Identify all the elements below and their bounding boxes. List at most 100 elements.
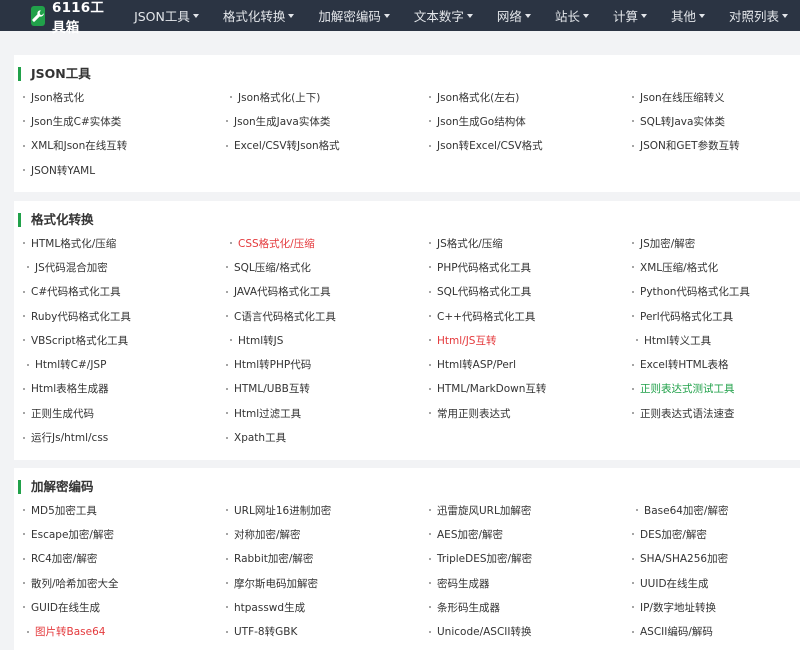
tool-link[interactable]: 散列/哈希加密大全	[23, 571, 226, 595]
nav-webmaster[interactable]: 站长	[543, 0, 601, 31]
tool-link[interactable]: 图片转Base64	[23, 619, 226, 643]
tool-link[interactable]: XML和Json在线互转	[23, 134, 226, 158]
tool-link[interactable]: 正则表达式语法速查	[632, 401, 800, 425]
tool-link-label: Json格式化	[31, 91, 85, 104]
bullet-dot-icon	[23, 315, 25, 318]
tool-link[interactable]: htpasswd生成	[226, 595, 429, 619]
tool-link[interactable]: ASCII编码/解码	[632, 619, 800, 643]
site-logo[interactable]: 6116工具箱	[31, 0, 106, 36]
tool-link[interactable]: Json在线压缩转义	[632, 85, 800, 109]
nav-label: 加解密编码	[318, 9, 381, 24]
nav-network[interactable]: 网络	[485, 0, 543, 31]
tool-link[interactable]: Html转义工具	[632, 328, 800, 352]
tool-link[interactable]: Base64加密/解密	[632, 498, 800, 522]
tool-link-label: Json在线压缩转义	[640, 91, 725, 104]
tool-link[interactable]: Html转C#/JSP	[23, 352, 226, 376]
tool-link[interactable]: 条形码生成器	[429, 595, 632, 619]
tool-link[interactable]: XML压缩/格式化	[632, 255, 800, 279]
nav-json-tools[interactable]: JSON工具	[122, 0, 211, 31]
tool-link[interactable]: Ruby代码格式化工具	[23, 304, 226, 328]
tool-link[interactable]: IP/数字地址转换	[632, 595, 800, 619]
tool-link[interactable]: Rabbit加密/解密	[226, 547, 429, 571]
tool-link[interactable]: JS代码混合加密	[23, 255, 226, 279]
bullet-dot-icon	[226, 387, 228, 390]
tool-link[interactable]: CSS格式化/压缩	[226, 231, 429, 255]
tool-link[interactable]: Escape加密/解密	[23, 522, 226, 546]
tool-link[interactable]: Excel转HTML表格	[632, 352, 800, 376]
tool-link[interactable]: JS格式化/压缩	[429, 231, 632, 255]
tool-link[interactable]: AES加密/解密	[429, 522, 632, 546]
nav-text-number[interactable]: 文本数字	[402, 0, 485, 31]
tool-link[interactable]: JS加密/解密	[632, 231, 800, 255]
tool-link[interactable]: JAVA代码格式化工具	[226, 280, 429, 304]
nav-calculate[interactable]: 计算	[601, 0, 659, 31]
bullet-dot-icon	[23, 339, 25, 342]
section-accent-bar	[18, 480, 21, 494]
bullet-dot-icon	[226, 509, 228, 512]
tool-link[interactable]: Json转Excel/CSV格式	[429, 134, 632, 158]
tool-link[interactable]: VBScript格式化工具	[23, 328, 226, 352]
nav-encrypt-encode[interactable]: 加解密编码	[306, 0, 402, 31]
tool-link[interactable]: Json生成Go结构体	[429, 109, 632, 133]
tool-link[interactable]: 密码生成器	[429, 571, 632, 595]
tool-link[interactable]: Html转ASP/Perl	[429, 352, 632, 376]
section-title: 格式化转换	[18, 213, 94, 227]
tool-link[interactable]: SQL转Java实体类	[632, 109, 800, 133]
tool-link[interactable]: SQL代码格式化工具	[429, 280, 632, 304]
tool-link[interactable]: 正则生成代码	[23, 401, 226, 425]
tool-link[interactable]: UTF-8转GBK	[226, 619, 429, 643]
tool-link[interactable]: HTML/MarkDown互转	[429, 377, 632, 401]
tool-link[interactable]: C++代码格式化工具	[429, 304, 632, 328]
bullet-dot-icon	[226, 266, 228, 269]
tool-link-label: Json生成C#实体类	[31, 115, 122, 128]
tool-link-label: HTML/MarkDown互转	[437, 383, 547, 396]
tool-link-label: 摩尔斯电码加解密	[234, 577, 318, 590]
tool-link[interactable]: HTML/UBB互转	[226, 377, 429, 401]
tool-link[interactable]: 常用正则表达式	[429, 401, 632, 425]
tool-link[interactable]: Excel/CSV转Json格式	[226, 134, 429, 158]
tool-link[interactable]: DES加密/解密	[632, 522, 800, 546]
tool-link[interactable]: 迅雷旋风URL加解密	[429, 498, 632, 522]
tool-link[interactable]: Json生成C#实体类	[23, 109, 226, 133]
tool-link[interactable]: GUID在线生成	[23, 595, 226, 619]
tool-link[interactable]: 运行Js/html/css	[23, 425, 226, 449]
tool-link[interactable]: C#代码格式化工具	[23, 280, 226, 304]
main-nav: JSON工具 格式化转换 加解密编码 文本数字 网络 站长 计算 其他 对照列表	[122, 0, 800, 31]
tool-link[interactable]: RC4加密/解密	[23, 547, 226, 571]
tool-link[interactable]: HTML格式化/压缩	[23, 231, 226, 255]
bullet-dot-icon	[632, 363, 634, 366]
tool-link[interactable]: C语言代码格式化工具	[226, 304, 429, 328]
tool-link[interactable]: Unicode/ASCII转换	[429, 619, 632, 643]
nav-reference-list[interactable]: 对照列表	[717, 0, 800, 31]
tool-link[interactable]: JSON转YAML	[23, 158, 226, 182]
tool-link[interactable]: Python代码格式化工具	[632, 280, 800, 304]
tool-link[interactable]: Json格式化	[23, 85, 226, 109]
tool-link[interactable]: Json格式化(左右)	[429, 85, 632, 109]
tool-link[interactable]: Html转JS	[226, 328, 429, 352]
tool-link[interactable]: Json生成Java实体类	[226, 109, 429, 133]
tool-link[interactable]: MD5加密工具	[23, 498, 226, 522]
tool-link[interactable]: Html过滤工具	[226, 401, 429, 425]
tool-link[interactable]: SHA/SHA256加密	[632, 547, 800, 571]
tool-link[interactable]: PHP代码格式化工具	[429, 255, 632, 279]
tool-link-label: JS加密/解密	[640, 237, 696, 250]
tool-link[interactable]: Perl代码格式化工具	[632, 304, 800, 328]
bullet-dot-icon	[632, 120, 634, 123]
tool-link[interactable]: Xpath工具	[226, 425, 429, 449]
bullet-dot-icon	[23, 509, 25, 512]
caret-down-icon	[288, 13, 295, 18]
tool-link[interactable]: TripleDES加密/解密	[429, 547, 632, 571]
tool-link[interactable]: Html转PHP代码	[226, 352, 429, 376]
tool-link[interactable]: 正则表达式测试工具	[632, 377, 800, 401]
tool-link[interactable]: URL网址16进制加密	[226, 498, 429, 522]
tool-link[interactable]: Html表格生成器	[23, 377, 226, 401]
tool-link[interactable]: 对称加密/解密	[226, 522, 429, 546]
tool-link[interactable]: JSON和GET参数互转	[632, 134, 800, 158]
nav-format-convert[interactable]: 格式化转换	[211, 0, 307, 31]
tool-link[interactable]: Json格式化(上下)	[226, 85, 429, 109]
nav-other[interactable]: 其他	[659, 0, 717, 31]
tool-link[interactable]: Html/JS互转	[429, 328, 632, 352]
tool-link[interactable]: 摩尔斯电码加解密	[226, 571, 429, 595]
tool-link[interactable]: SQL压缩/格式化	[226, 255, 429, 279]
tool-link[interactable]: UUID在线生成	[632, 571, 800, 595]
